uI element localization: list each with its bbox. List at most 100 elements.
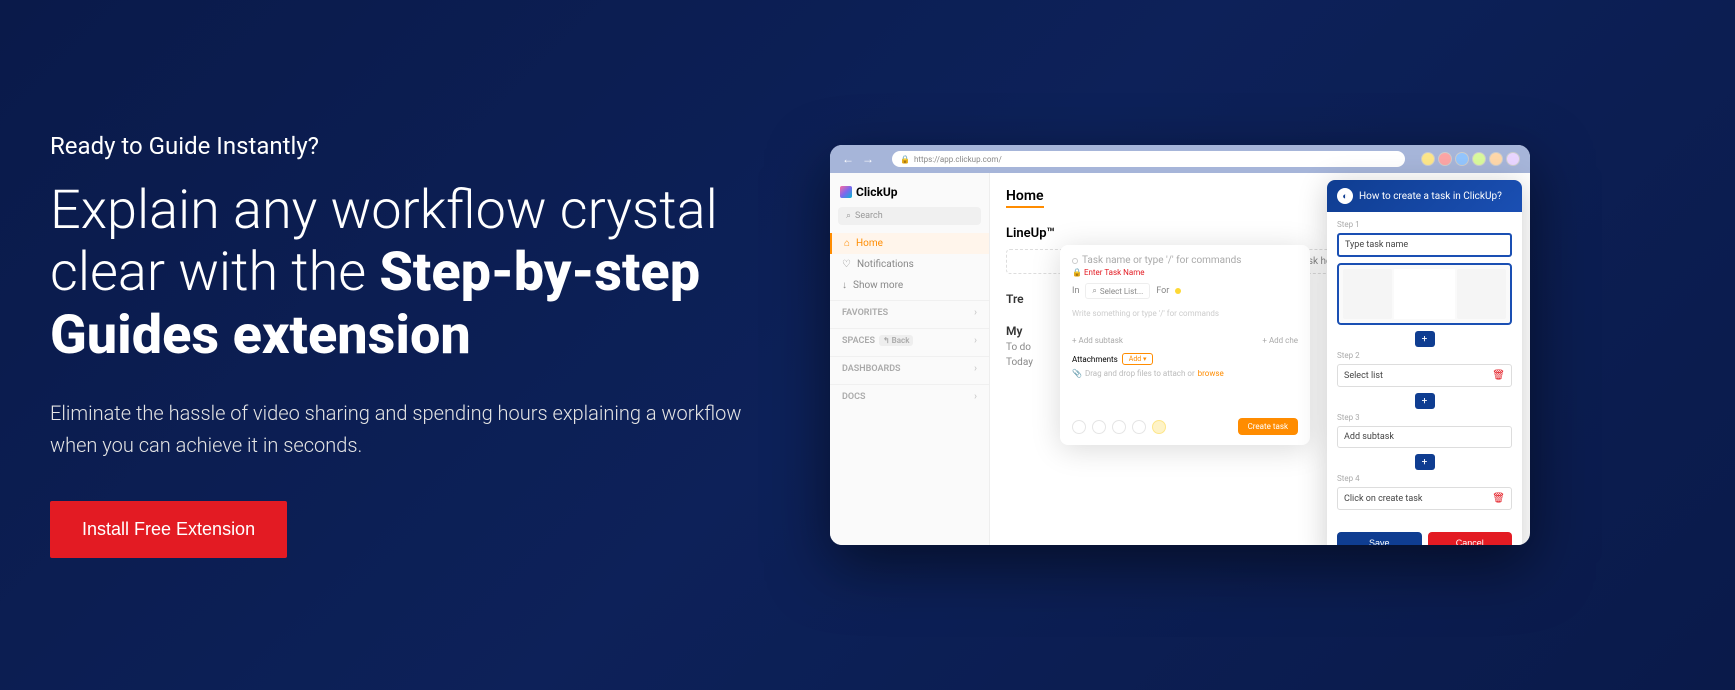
date-icon[interactable] bbox=[1092, 420, 1106, 434]
guide-header: ◐ How to create a task in ClickUp? bbox=[1327, 180, 1522, 212]
clickup-logo-icon bbox=[840, 186, 852, 198]
guide-body: Step 1 Type task name + Step 2 Select li… bbox=[1327, 212, 1522, 524]
task-error-message: 🔒 Enter Task Name bbox=[1072, 268, 1298, 277]
section-docs[interactable]: DOCS › bbox=[830, 384, 989, 408]
priority-icon[interactable] bbox=[1072, 420, 1086, 434]
ext-icon[interactable] bbox=[1489, 152, 1503, 166]
section-label: SPACES bbox=[842, 336, 875, 346]
ext-icon[interactable] bbox=[1421, 152, 1435, 166]
step-2-input[interactable]: Select list 🗑 bbox=[1337, 364, 1512, 387]
add-step-button[interactable]: + bbox=[1415, 454, 1435, 470]
add-step-button[interactable]: + bbox=[1415, 393, 1435, 409]
url-text: https://app.clickup.com/ bbox=[914, 155, 1002, 164]
back-arrow-icon[interactable]: ← bbox=[840, 151, 856, 167]
step-label: Step 4 bbox=[1337, 474, 1512, 483]
browser-chrome: ← → 🔒 https://app.clickup.com/ bbox=[830, 145, 1530, 173]
save-button[interactable]: Save bbox=[1337, 532, 1422, 545]
section-favorites[interactable]: FAVORITES › bbox=[830, 300, 989, 324]
drag-drop-hint: 📎 Drag and drop files to attach or brows… bbox=[1072, 369, 1298, 378]
lock-icon: 🔒 bbox=[900, 155, 910, 164]
select-list-dropdown[interactable]: ⌕ Select List... bbox=[1085, 283, 1150, 299]
step-1-input[interactable]: Type task name bbox=[1337, 233, 1512, 257]
for-label: For bbox=[1156, 286, 1169, 296]
chevron-down-icon: ↓ bbox=[842, 280, 847, 291]
step-preview bbox=[1337, 263, 1512, 325]
nav-arrows: ← → bbox=[840, 151, 876, 167]
page-title: Home bbox=[1006, 188, 1044, 208]
section-label: DOCS bbox=[842, 392, 865, 402]
add-attachment-button[interactable]: Add ▾ bbox=[1122, 353, 1154, 365]
guide-logo-icon: ◐ bbox=[1337, 188, 1353, 204]
nav-label: Show more bbox=[853, 280, 903, 291]
create-task-button[interactable]: Create task bbox=[1238, 418, 1298, 435]
back-button[interactable]: ↰ Back bbox=[879, 335, 913, 346]
sidebar: ClickUp ⌕ Search ⌂ Home ♡ Notifications … bbox=[830, 173, 990, 545]
lock-icon: 🔒 bbox=[1072, 268, 1082, 277]
section-label: FAVORITES bbox=[842, 308, 888, 318]
section-dashboards[interactable]: DASHBOARDS › bbox=[830, 356, 989, 380]
subtask-row: + Add subtask + Add che bbox=[1072, 336, 1298, 345]
subtext: Eliminate the hassle of video sharing an… bbox=[50, 397, 790, 461]
brand[interactable]: ClickUp bbox=[830, 181, 989, 207]
tag-icon[interactable] bbox=[1112, 420, 1126, 434]
app-screenshot: ← → 🔒 https://app.clickup.com/ ClickUp ⌕… bbox=[830, 145, 1530, 545]
ext-icon[interactable] bbox=[1506, 152, 1520, 166]
search-input[interactable]: ⌕ Search bbox=[838, 207, 981, 225]
add-checklist-button[interactable]: + Add che bbox=[1262, 336, 1298, 345]
brand-name: ClickUp bbox=[856, 185, 898, 199]
chevron-right-icon: › bbox=[974, 307, 977, 318]
guide-panel: ◐ How to create a task in ClickUp? Step … bbox=[1327, 180, 1522, 545]
ext-icon[interactable] bbox=[1438, 152, 1452, 166]
chevron-right-icon: › bbox=[974, 363, 977, 374]
install-extension-button[interactable]: Install Free Extension bbox=[50, 501, 287, 558]
in-label: In bbox=[1072, 286, 1079, 296]
add-subtask-button[interactable]: + Add subtask bbox=[1072, 336, 1123, 345]
step-4-input[interactable]: Click on create task 🗑 bbox=[1337, 487, 1512, 510]
nav-label: Home bbox=[856, 238, 883, 249]
search-icon: ⌕ bbox=[846, 211, 851, 221]
extension-icons bbox=[1421, 152, 1520, 166]
section-label: DASHBOARDS bbox=[842, 364, 901, 374]
paperclip-icon: 📎 bbox=[1072, 369, 1082, 378]
forward-arrow-icon[interactable]: → bbox=[860, 151, 876, 167]
cancel-button[interactable]: Cancel bbox=[1428, 532, 1513, 545]
trash-icon[interactable]: 🗑 bbox=[1492, 493, 1505, 504]
task-location-row: In ⌕ Select List... For bbox=[1072, 283, 1298, 299]
link-icon[interactable] bbox=[1132, 420, 1146, 434]
task-modal: Task name or type '/' for commands 🔒 Ent… bbox=[1060, 245, 1310, 445]
guide-footer: Save Cancel bbox=[1327, 524, 1522, 545]
section-spaces[interactable]: SPACES ↰ Back › bbox=[830, 328, 989, 352]
sidebar-item-notifications[interactable]: ♡ Notifications bbox=[830, 254, 989, 275]
step-label: Step 3 bbox=[1337, 413, 1512, 422]
attachments-row: Attachments Add ▾ bbox=[1072, 353, 1298, 365]
trash-icon[interactable]: 🗑 bbox=[1492, 370, 1505, 381]
browse-link[interactable]: browse bbox=[1198, 369, 1224, 378]
url-bar[interactable]: 🔒 https://app.clickup.com/ bbox=[892, 151, 1405, 167]
headline: Explain any workflow crystal clear with … bbox=[50, 180, 790, 366]
task-name-input[interactable]: Task name or type '/' for commands bbox=[1082, 255, 1241, 266]
step-label: Step 1 bbox=[1337, 220, 1512, 229]
more-icon[interactable] bbox=[1152, 420, 1166, 434]
home-icon: ⌂ bbox=[844, 238, 850, 249]
status-dot-icon bbox=[1072, 258, 1078, 264]
eyebrow-text: Ready to Guide Instantly? bbox=[50, 132, 790, 160]
description-input[interactable]: Write something or type '/' for commands bbox=[1072, 309, 1298, 318]
chevron-right-icon: › bbox=[974, 391, 977, 402]
attachments-label: Attachments bbox=[1072, 355, 1118, 364]
ext-icon[interactable] bbox=[1455, 152, 1469, 166]
search-placeholder: Search bbox=[855, 211, 883, 221]
step-label: Step 2 bbox=[1337, 351, 1512, 360]
add-step-button[interactable]: + bbox=[1415, 331, 1435, 347]
nav-label: Notifications bbox=[857, 259, 914, 270]
assignee-avatar[interactable] bbox=[1175, 288, 1181, 294]
tool-icons bbox=[1072, 420, 1166, 434]
step-3-input[interactable]: Add subtask bbox=[1337, 426, 1512, 448]
search-icon: ⌕ bbox=[1092, 286, 1096, 296]
guide-title: How to create a task in ClickUp? bbox=[1359, 191, 1502, 202]
bell-icon: ♡ bbox=[842, 259, 851, 270]
sidebar-item-showmore[interactable]: ↓ Show more bbox=[830, 275, 989, 296]
ext-icon[interactable] bbox=[1472, 152, 1486, 166]
hero-content: Ready to Guide Instantly? Explain any wo… bbox=[50, 132, 790, 557]
chevron-right-icon: › bbox=[974, 335, 977, 346]
sidebar-item-home[interactable]: ⌂ Home bbox=[830, 233, 989, 254]
